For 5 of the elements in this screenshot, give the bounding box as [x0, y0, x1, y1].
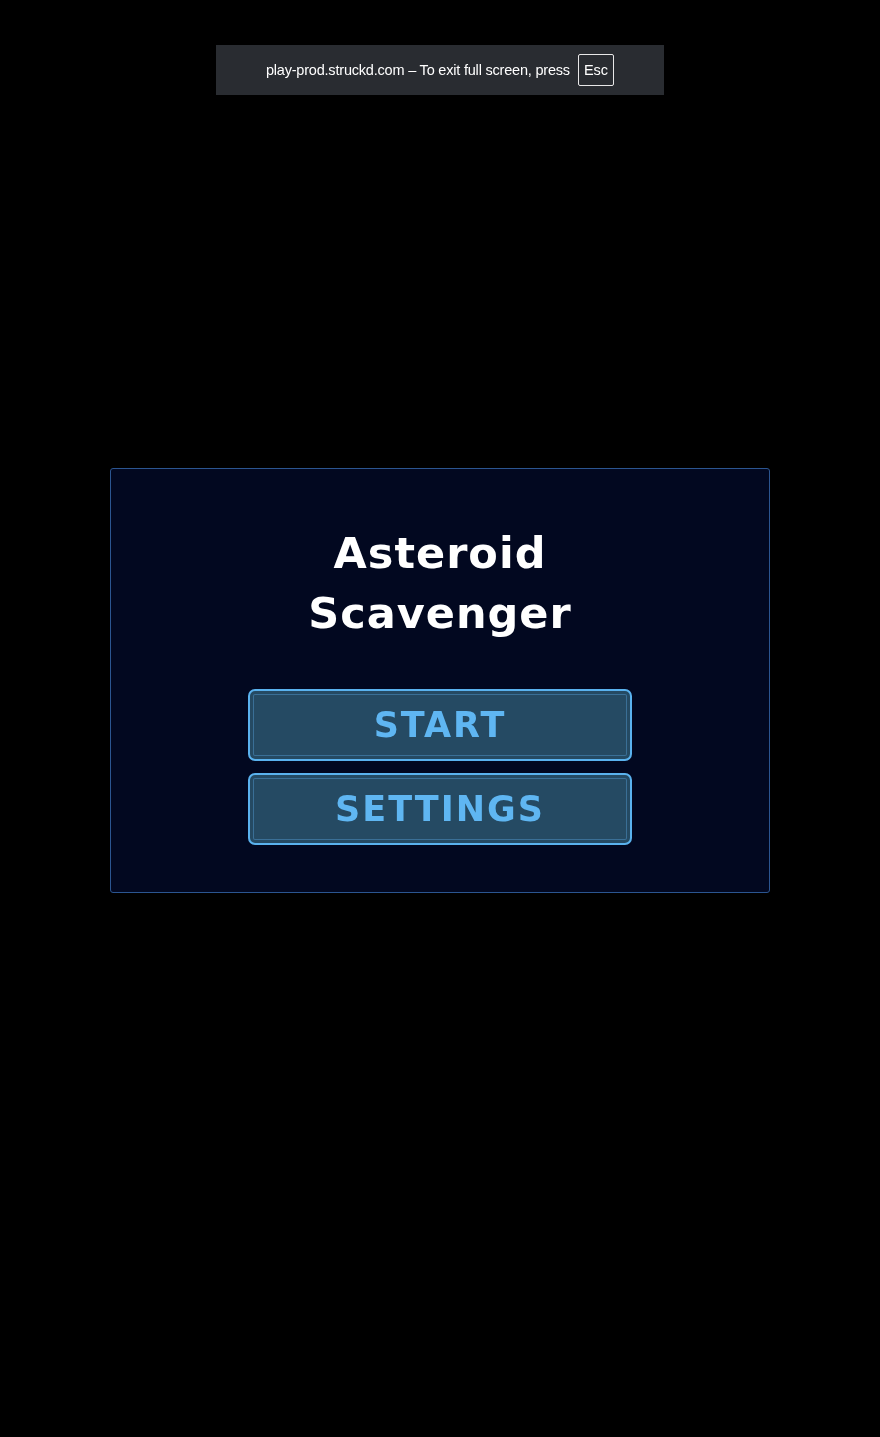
esc-key: Esc: [577, 54, 615, 86]
game-title: Asteroid Scavenger: [307, 527, 573, 640]
notice-text: play-prod.struckd.com – To exit full screen, press: [265, 62, 570, 78]
menu-button[interactable]: SETTINGS: [248, 773, 632, 845]
menu-button[interactable]: START: [248, 689, 632, 761]
